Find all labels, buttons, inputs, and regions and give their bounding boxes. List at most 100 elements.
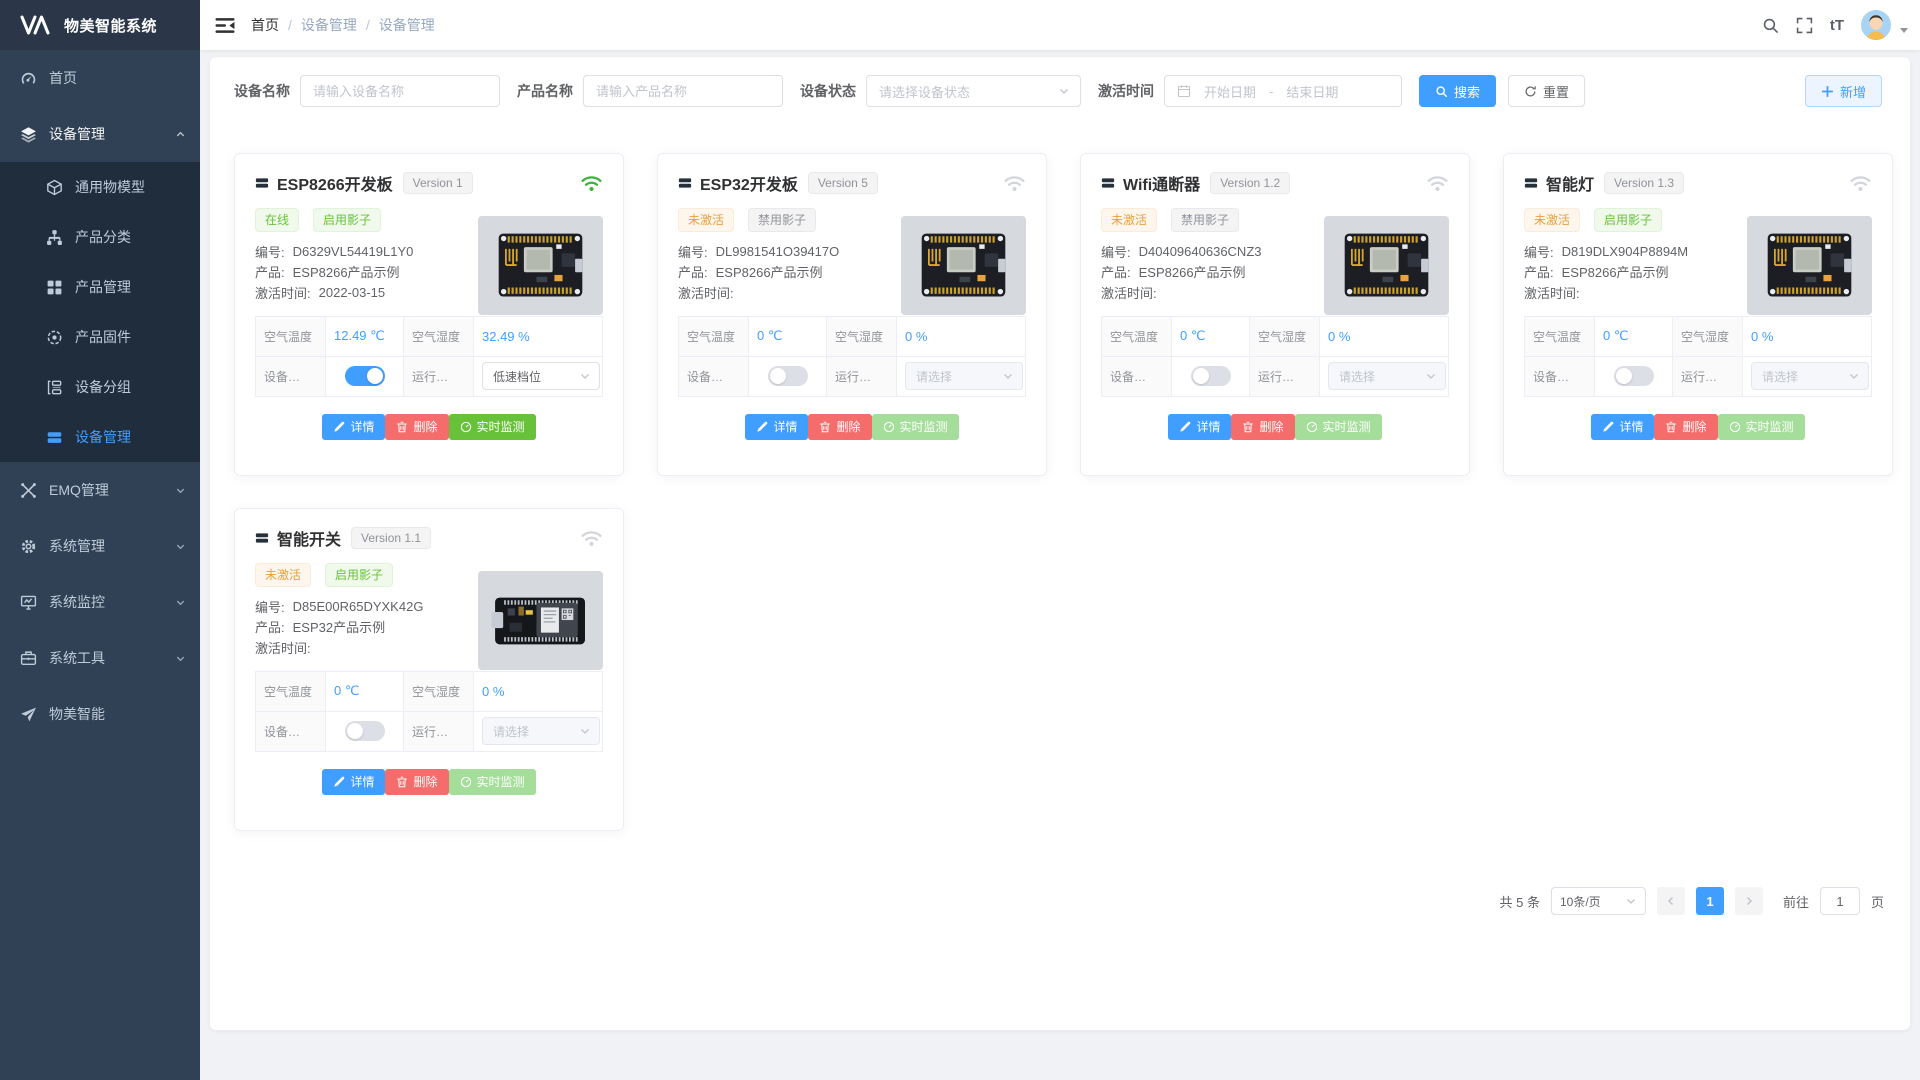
sidebar-item-label: 系统工具 (49, 648, 105, 668)
sidebar-item-10[interactable]: 系统监控 (0, 574, 200, 630)
sidebar-item-1[interactable]: 设备管理 (0, 106, 200, 162)
date-range-picker[interactable]: 开始日期 - 结束日期 (1164, 75, 1402, 107)
chevron-down-icon (175, 653, 186, 664)
chevron-down-icon (175, 541, 186, 552)
version-tag: Version 1.3 (1604, 172, 1684, 194)
device-name-label: 设备名称 (234, 81, 290, 101)
product-label: 产品: (255, 617, 285, 636)
temperature-label: 空气温度 (1102, 316, 1172, 356)
detail-button[interactable]: 详情 (322, 414, 385, 440)
activation-time-label: 激活时间 (1098, 81, 1154, 101)
sidebar-subitem-4[interactable]: 产品管理 (0, 262, 200, 312)
add-device-button[interactable]: 新增 (1805, 75, 1882, 107)
page-size-select[interactable]: 10条/页 (1551, 887, 1646, 915)
sidebar-item-8[interactable]: EMQ管理 (0, 462, 200, 518)
device-switch-toggle[interactable] (345, 366, 385, 386)
monitor-button[interactable]: 实时监测 (449, 414, 536, 440)
monitor-button[interactable]: 实时监测 (1295, 414, 1382, 440)
delete-button[interactable]: 删除 (808, 414, 871, 440)
humidity-label: 空气湿度 (827, 316, 897, 356)
gear-select[interactable]: 低速档位 (482, 362, 600, 390)
chevron-down-icon (175, 485, 186, 496)
gauge-icon (883, 421, 895, 433)
goto-page-input[interactable] (1820, 887, 1860, 915)
humidity-label: 空气湿度 (1250, 316, 1320, 356)
sidebar-subitem-6[interactable]: 设备分组 (0, 362, 200, 412)
sidebar-subitem-7[interactable]: 设备管理 (0, 412, 200, 462)
nodemcu-board-image (478, 216, 603, 315)
device-switch-toggle[interactable] (1191, 366, 1231, 386)
breadcrumb-home[interactable]: 首页 (251, 15, 279, 35)
search-icon[interactable] (1762, 17, 1779, 34)
device-name-input[interactable] (300, 75, 500, 107)
sidebar-subitem-2[interactable]: 通用物模型 (0, 162, 200, 212)
monitor-button[interactable]: 实时监测 (1718, 414, 1805, 440)
wifi-icon (580, 529, 603, 548)
gear-select[interactable]: 请选择 (482, 717, 600, 745)
sidebar-item-9[interactable]: 系统管理 (0, 518, 200, 574)
switch-label: 设备… (1525, 356, 1595, 396)
gear-select[interactable]: 请选择 (1751, 362, 1869, 390)
sidebar-item-12[interactable]: 物美智能 (0, 686, 200, 742)
monitor-icon (20, 594, 37, 611)
prev-page-button[interactable] (1657, 887, 1685, 915)
monitor-button[interactable]: 实时监测 (872, 414, 959, 440)
caret-down-icon[interactable] (1900, 28, 1908, 33)
detail-button[interactable]: 详情 (745, 414, 808, 440)
collapse-menu-icon[interactable] (215, 17, 235, 34)
breadcrumb-device-manage[interactable]: 设备管理 (301, 15, 357, 35)
gauge-icon (460, 776, 472, 788)
gear-label: 运行… (827, 356, 897, 396)
device-status-select[interactable]: 请选择设备状态 (866, 75, 1081, 107)
chevron-down-icon (175, 597, 186, 608)
next-page-button[interactable] (1735, 887, 1763, 915)
delete-button[interactable]: 删除 (385, 769, 448, 795)
device-card: ESP32开发板 Version 5 未激活 禁用影子 编号:DL9981541… (657, 153, 1047, 476)
layers-icon (20, 126, 37, 143)
serial-value: D6329VL54419L1Y0 (293, 244, 414, 259)
delete-button[interactable]: 删除 (385, 414, 448, 440)
gear-select-value: 请选择 (1339, 368, 1375, 385)
device-switch-toggle[interactable] (345, 721, 385, 741)
wifi-icon (1426, 174, 1449, 193)
detail-button[interactable]: 详情 (1591, 414, 1654, 440)
button-label: 删除 (836, 418, 860, 435)
reset-button[interactable]: 重置 (1508, 75, 1585, 107)
font-size-icon[interactable]: tT (1830, 18, 1844, 33)
fullscreen-icon[interactable] (1796, 17, 1813, 34)
search-button[interactable]: 搜索 (1419, 75, 1496, 107)
product-name-input[interactable] (583, 75, 783, 107)
sidebar-subitem-5[interactable]: 产品固件 (0, 312, 200, 362)
delete-button[interactable]: 删除 (1231, 414, 1294, 440)
detail-button[interactable]: 详情 (322, 769, 385, 795)
page-size-value: 10条/页 (1560, 893, 1601, 910)
select-placeholder: 请选择设备状态 (879, 82, 970, 101)
sidebar-item-11[interactable]: 系统工具 (0, 630, 200, 686)
delete-button[interactable]: 删除 (1654, 414, 1717, 440)
device-switch-toggle[interactable] (1614, 366, 1654, 386)
device-switch-toggle[interactable] (768, 366, 808, 386)
avatar[interactable] (1861, 10, 1891, 40)
gauge-icon (460, 421, 472, 433)
chevron-down-icon (1848, 370, 1860, 382)
serial-value: DL9981541O39417O (716, 244, 840, 259)
shadow-tag: 启用影子 (313, 208, 381, 232)
chevron-down-icon (579, 725, 591, 737)
refresh-icon (1524, 85, 1537, 98)
gear-select-value: 请选择 (493, 723, 529, 740)
detail-button[interactable]: 详情 (1168, 414, 1231, 440)
gear-select[interactable]: 请选择 (1328, 362, 1446, 390)
device-name: ESP8266开发板 (277, 171, 393, 195)
monitor-button[interactable]: 实时监测 (449, 769, 536, 795)
breadcrumb: 首页 / 设备管理 / 设备管理 (251, 15, 435, 35)
button-label: 实时监测 (1323, 418, 1371, 435)
device-name: ESP32开发板 (700, 171, 798, 195)
sidebar-subitem-3[interactable]: 产品分类 (0, 212, 200, 262)
page-number-active[interactable]: 1 (1696, 887, 1724, 915)
date-range-separator: - (1269, 84, 1273, 99)
sidebar-item-0[interactable]: 首页 (0, 50, 200, 106)
serial-value: D819DLX904P8894M (1562, 244, 1688, 259)
gear-select[interactable]: 请选择 (905, 362, 1023, 390)
chevron-down-icon (1425, 370, 1437, 382)
chevron-left-icon (1665, 895, 1677, 907)
